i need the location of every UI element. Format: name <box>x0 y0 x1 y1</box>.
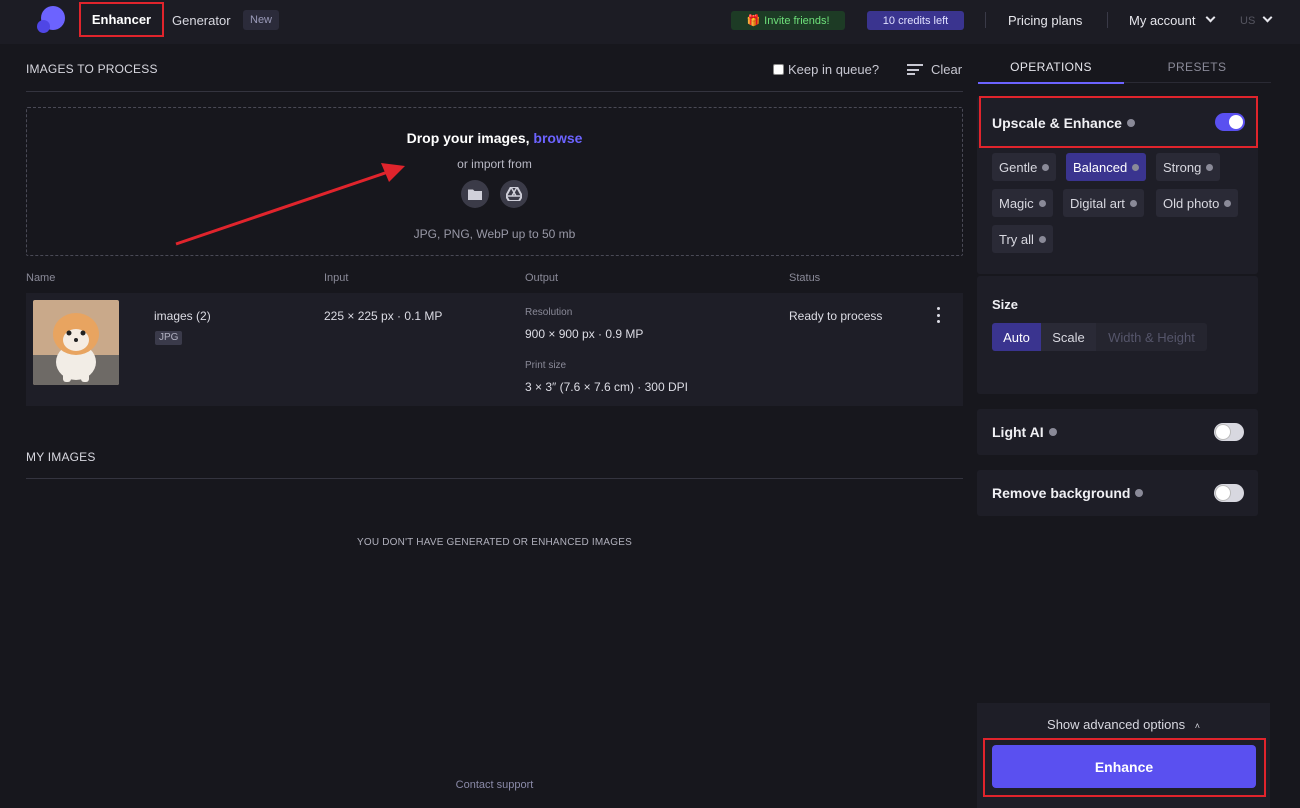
new-badge: New <box>243 10 280 30</box>
empty-state-text: YOU DON'T HAVE GENERATED OR ENHANCED IMA… <box>357 537 632 548</box>
contact-support-link[interactable]: Contact support <box>26 779 963 791</box>
browse-link[interactable]: browse <box>533 130 582 146</box>
drop-text: Drop your images, <box>406 130 534 146</box>
size-title: Size <box>992 297 1019 312</box>
resolution-label: Resolution <box>525 307 573 318</box>
column-header-name: Name <box>26 272 56 284</box>
pricing-plans-link[interactable]: Pricing plans <box>1008 13 1082 28</box>
info-icon[interactable] <box>1135 489 1144 497</box>
drop-zone[interactable]: Drop your images, browse or import from … <box>26 107 963 256</box>
gift-icon: 🎁 <box>746 15 761 27</box>
light-ai-toggle[interactable] <box>1214 423 1244 441</box>
remove-background-toggle[interactable] <box>1214 484 1244 502</box>
logo[interactable] <box>37 6 65 34</box>
accepted-formats: JPG, PNG, WebP up to 50 mb <box>413 227 576 241</box>
mode-chip-old-photo[interactable]: Old photo <box>1156 189 1239 217</box>
clear-label: Clear <box>931 62 963 77</box>
language-selector[interactable]: US <box>1240 15 1255 27</box>
divider <box>985 12 986 28</box>
column-header-output: Output <box>525 272 559 284</box>
remove-background-label: Remove background <box>992 485 1131 501</box>
status-text: Ready to process <box>789 309 883 323</box>
print-size: 3 × 3″ (7.6 × 7.6 cm) · 300 DPI <box>525 380 688 394</box>
info-icon[interactable] <box>1038 235 1046 243</box>
tab-underline <box>1124 82 1271 83</box>
info-icon[interactable] <box>1132 163 1140 171</box>
highlight-box <box>979 96 1258 148</box>
divider <box>26 91 963 92</box>
output-resolution: 900 × 900 px · 0.9 MP <box>525 327 644 341</box>
invite-label: Invite friends! <box>764 14 830 27</box>
mode-chip-gentle[interactable]: Gentle <box>992 153 1057 181</box>
drop-zone-title: Drop your images, browse <box>27 130 962 146</box>
column-header-status: Status <box>789 272 821 284</box>
mode-chip-strong[interactable]: Strong <box>1156 153 1221 181</box>
table-row[interactable]: images (2) JPG 225 × 225 px · 0.1 MP Res… <box>26 293 963 406</box>
clear-list-icon <box>907 64 923 75</box>
top-bar: Enhancer Generator New 🎁 Invite friends!… <box>0 0 1300 44</box>
invite-friends-button[interactable]: 🎁 Invite friends! <box>731 11 845 30</box>
remove-background-card: Remove background <box>977 470 1258 516</box>
image-thumbnail[interactable] <box>33 300 119 385</box>
import-from-label: or import from <box>457 157 532 171</box>
light-ai-label: Light AI <box>992 424 1044 440</box>
file-type-badge: JPG <box>155 331 183 345</box>
info-icon[interactable] <box>1038 199 1046 207</box>
divider <box>26 478 963 479</box>
size-scale-button[interactable]: Scale <box>1041 323 1096 351</box>
active-tab-indicator <box>978 82 1124 84</box>
info-icon[interactable] <box>1042 163 1050 171</box>
folder-import-button[interactable] <box>461 180 489 208</box>
checkbox-icon[interactable] <box>773 64 784 75</box>
google-drive-icon <box>506 187 522 201</box>
nav-generator[interactable]: Generator <box>172 13 231 28</box>
size-auto-button[interactable]: Auto <box>992 323 1041 351</box>
folder-icon <box>468 189 482 200</box>
show-advanced-label: Show advanced options <box>1047 717 1186 732</box>
section-title-my-images: MY IMAGES <box>26 450 96 464</box>
file-name: images (2) <box>154 309 211 323</box>
chevron-down-icon[interactable] <box>1262 12 1273 23</box>
info-icon[interactable] <box>1129 199 1137 207</box>
mode-chip-magic[interactable]: Magic <box>992 189 1053 217</box>
size-width-height-button[interactable]: Width & Height <box>1096 323 1207 351</box>
tab-operations[interactable]: OPERATIONS <box>978 60 1124 74</box>
my-account-menu[interactable]: My account <box>1129 13 1195 28</box>
divider <box>1107 12 1108 28</box>
print-size-label: Print size <box>525 360 567 371</box>
mode-chip-digital-art[interactable]: Digital art <box>1063 189 1144 217</box>
column-header-input: Input <box>324 272 349 284</box>
nav-enhancer[interactable]: Enhancer <box>79 2 164 37</box>
info-icon[interactable] <box>1048 428 1057 436</box>
mode-chip-try-all[interactable]: Try all <box>992 225 1053 253</box>
input-size: 225 × 225 px · 0.1 MP <box>324 309 443 323</box>
tab-presets[interactable]: PRESETS <box>1124 60 1270 74</box>
more-options-icon[interactable] <box>936 307 940 323</box>
keep-in-queue-checkbox[interactable]: Keep in queue? <box>773 62 879 77</box>
section-title-images-to-process: IMAGES TO PROCESS <box>26 62 158 76</box>
clear-button[interactable]: Clear <box>907 62 962 77</box>
keep-in-queue-label: Keep in queue? <box>788 62 880 77</box>
chevron-up-icon: ˄ <box>1194 721 1200 731</box>
chevron-down-icon[interactable] <box>1205 12 1216 23</box>
info-icon[interactable] <box>1224 199 1232 207</box>
remove-background-title: Remove background <box>992 485 1144 501</box>
show-advanced-options-toggle[interactable]: Show advanced options ˄ <box>977 717 1270 732</box>
mode-chip-balanced[interactable]: Balanced <box>1066 153 1147 181</box>
info-icon[interactable] <box>1206 163 1214 171</box>
highlight-box <box>983 738 1266 797</box>
credits-badge[interactable]: 10 credits left <box>867 11 964 30</box>
light-ai-card: Light AI <box>977 409 1258 455</box>
google-drive-import-button[interactable] <box>500 180 528 208</box>
light-ai-title: Light AI <box>992 424 1057 440</box>
